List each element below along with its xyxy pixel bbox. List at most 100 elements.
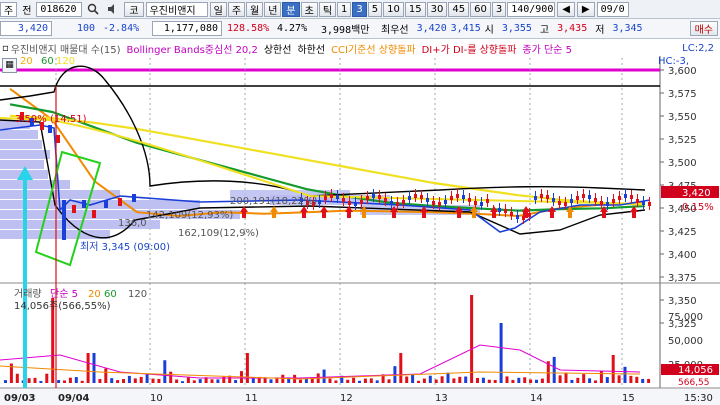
profile-bar xyxy=(0,150,50,159)
price-tick-label: 3,550 xyxy=(668,112,697,123)
candle-body xyxy=(104,200,108,208)
volume-bar xyxy=(375,380,379,383)
calendar-icon[interactable]: ▦ xyxy=(2,58,17,73)
candle-body xyxy=(342,198,345,202)
volume-current-rate: 566,55 xyxy=(678,378,710,388)
legend-hc: HC:-3, xyxy=(658,56,689,67)
volume-bar xyxy=(104,368,108,383)
price-tick-label: 3,350 xyxy=(668,296,697,307)
volume-bar xyxy=(422,378,426,383)
volume-current-label: 14,056 xyxy=(678,365,713,376)
candle-body xyxy=(92,210,96,218)
time-label: 09/04 xyxy=(58,393,90,404)
price-tick-label: 3,575 xyxy=(668,89,697,100)
candle-body xyxy=(480,202,483,206)
volume-bar xyxy=(334,380,338,383)
volume-bar xyxy=(564,372,568,383)
volume-bar xyxy=(192,380,196,383)
candle-body xyxy=(72,205,76,213)
volume-bar xyxy=(98,378,102,383)
current-rate-label: 0.15% xyxy=(682,202,714,213)
volume-bar xyxy=(493,379,497,383)
candle-body xyxy=(606,202,609,206)
candle-body xyxy=(612,199,615,203)
price-tick-label: 3,500 xyxy=(668,158,697,169)
volume-bar xyxy=(535,379,538,383)
volume-bar xyxy=(446,372,450,383)
volume-bar xyxy=(387,379,391,383)
volume-bar xyxy=(647,378,651,383)
candle-body xyxy=(636,199,639,203)
volume-bar xyxy=(169,371,173,383)
candle-body xyxy=(618,196,621,200)
volume-bar xyxy=(470,295,474,383)
candle-body xyxy=(414,194,417,198)
candle-body xyxy=(468,198,471,202)
volume-bar xyxy=(476,377,479,383)
volume-bar xyxy=(322,369,326,383)
volume-bar xyxy=(352,377,356,383)
volume-bar xyxy=(27,378,31,383)
volume-bar xyxy=(157,378,161,383)
volume-bar xyxy=(369,378,373,383)
signal-arrow-icon xyxy=(300,206,308,218)
price-tick-label: 3,400 xyxy=(668,250,697,261)
candle-body xyxy=(510,212,513,216)
candle-body xyxy=(456,194,459,198)
profile-bar xyxy=(0,130,38,139)
candle-body xyxy=(48,125,52,133)
time-label: 15:30 xyxy=(684,393,713,404)
volume-bar xyxy=(186,376,190,383)
volume-bar xyxy=(458,376,462,383)
volume-bar xyxy=(234,380,238,383)
volume-bar xyxy=(417,380,420,383)
volume-bar xyxy=(358,380,361,383)
time-label: 12 xyxy=(340,393,353,404)
ma120-label: 120 xyxy=(56,56,75,67)
volume-bar xyxy=(133,378,137,383)
volume-bar xyxy=(74,377,78,383)
candle-body xyxy=(354,202,357,206)
candle-body xyxy=(516,215,519,219)
volume-profile xyxy=(0,120,480,239)
volume-bar xyxy=(4,380,7,383)
volume-bar xyxy=(122,379,125,383)
candle-body xyxy=(504,209,507,213)
volume-bar xyxy=(434,379,438,383)
volume-bar xyxy=(570,379,574,383)
volume-ma5: 단순 5 xyxy=(50,288,78,300)
time-label: 09/03 xyxy=(4,393,36,404)
volume-bar xyxy=(163,360,167,383)
price-chart[interactable]: 3,6003,5753,5503,5253,5003,4753,4503,425… xyxy=(0,0,720,405)
high-annotation: 3.59% (14:51) xyxy=(15,114,87,125)
candle-body xyxy=(432,201,435,205)
price-tick-label: 3,525 xyxy=(668,135,697,146)
volume-bar xyxy=(588,378,592,383)
volume-bar xyxy=(558,375,562,383)
volume-bar xyxy=(299,379,302,383)
time-label: 10 xyxy=(150,393,163,404)
volume-ma20: 20 xyxy=(88,289,101,300)
candle-body xyxy=(360,200,363,204)
profile-bar xyxy=(0,190,120,199)
volume-bar xyxy=(116,380,120,383)
candle-body xyxy=(372,194,375,198)
volume-bar xyxy=(57,380,61,383)
volume-bar xyxy=(540,378,544,383)
volume-bar xyxy=(511,379,515,383)
volume-bar xyxy=(599,370,603,383)
volume-bar xyxy=(328,378,332,383)
volume-summary: 14,056주(566,55%) xyxy=(14,301,111,312)
profile-bar xyxy=(0,160,44,169)
candle-body xyxy=(438,202,441,206)
volume-bar xyxy=(452,378,456,383)
volume-bar xyxy=(269,379,273,383)
volume-bar xyxy=(363,378,367,383)
volume-bar xyxy=(529,379,533,383)
candle-body xyxy=(378,195,381,199)
volume-tick-label: 75,000 xyxy=(668,312,703,323)
candle-body xyxy=(82,200,86,208)
volume-bar xyxy=(45,373,49,383)
volume-ma120: 120 xyxy=(128,289,147,300)
time-label: 14 xyxy=(530,393,543,404)
